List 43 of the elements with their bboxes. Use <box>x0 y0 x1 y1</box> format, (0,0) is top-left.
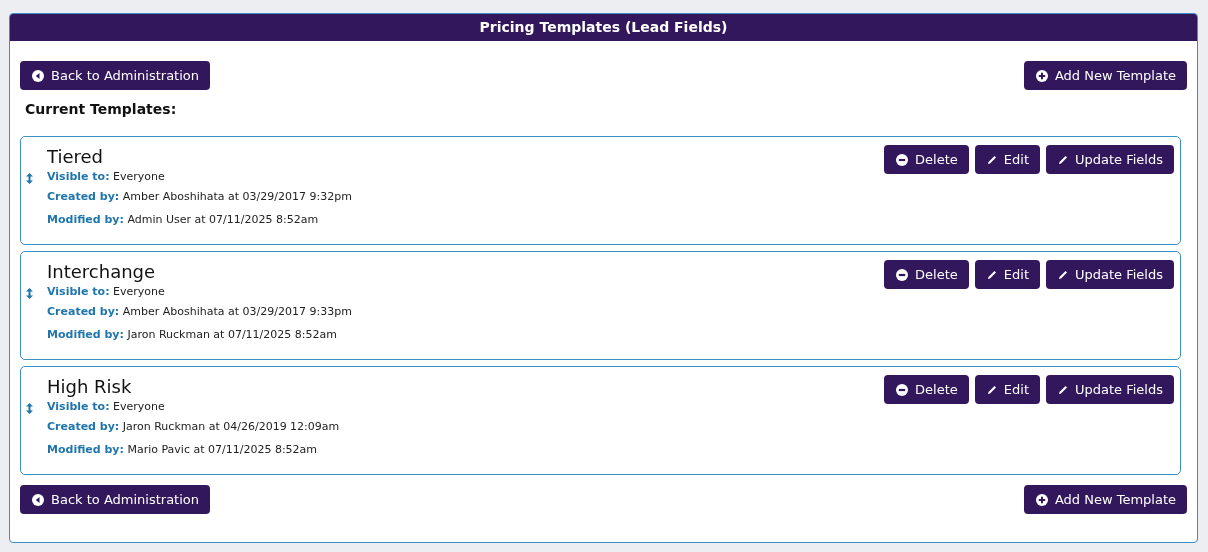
back-button[interactable]: Back to Administration <box>20 485 210 514</box>
meta-line: Created by: Jaron Ruckman at 04/26/2019 12:09am <box>47 419 341 435</box>
minus-circle-icon <box>896 268 909 281</box>
window-title: Pricing Templates (Lead Fields) <box>479 19 728 35</box>
edit-button[interactable]: Edit <box>974 145 1040 174</box>
meta-line: Modified by: Jaron Ruckman at 07/11/2025 8:52am <box>47 327 338 343</box>
plus-circle-icon <box>1035 69 1048 82</box>
back-icon <box>32 493 44 506</box>
template-name: Interchange <box>47 260 157 284</box>
template-name: High Risk <box>47 375 133 399</box>
pencil-icon <box>986 154 997 165</box>
pencil-icon <box>986 384 997 395</box>
edit-button[interactable]: Update Fields <box>1046 145 1174 174</box>
pencil-icon <box>1058 154 1068 165</box>
edit-button[interactable]: Edit <box>974 375 1040 404</box>
meta-line: Created by: Amber Aboshihata at 03/29/2017 9:33pm <box>47 304 353 320</box>
add-button[interactable]: Add New Template <box>1023 61 1187 90</box>
plus-circle-icon <box>1035 493 1048 506</box>
pencil-icon <box>1058 269 1068 280</box>
minus-circle-icon <box>896 153 909 166</box>
section-title: Current Templates: <box>25 100 177 119</box>
sort-arrows-icon[interactable] <box>26 403 33 414</box>
meta-line: Created by: Amber Aboshihata at 03/29/2017 9:32pm <box>47 189 353 205</box>
meta-line: Visible to: Everyone <box>47 169 166 185</box>
sort-arrows-icon[interactable] <box>26 288 33 299</box>
pencil-icon <box>1058 384 1068 395</box>
sort-arrows-icon[interactable] <box>26 173 33 184</box>
delete-button[interactable]: Delete <box>884 145 969 174</box>
back-icon <box>32 69 44 82</box>
edit-button[interactable]: Update Fields <box>1046 260 1174 289</box>
meta-line: Visible to: Everyone <box>47 399 166 415</box>
template-name: Tiered <box>47 145 105 169</box>
meta-line: Visible to: Everyone <box>47 284 166 300</box>
edit-button[interactable]: Update Fields <box>1046 375 1174 404</box>
delete-button[interactable]: Delete <box>884 375 969 404</box>
pencil-icon <box>986 269 997 280</box>
delete-button[interactable]: Delete <box>884 260 969 289</box>
add-button[interactable]: Add New Template <box>1023 485 1187 514</box>
minus-circle-icon <box>896 383 909 396</box>
meta-line: Modified by: Admin User at 07/11/2025 8:52am <box>47 212 320 228</box>
edit-button[interactable]: Edit <box>974 260 1040 289</box>
back-button[interactable]: Back to Administration <box>20 61 210 90</box>
meta-line: Modified by: Mario Pavic at 07/11/2025 8:52am <box>47 442 319 458</box>
